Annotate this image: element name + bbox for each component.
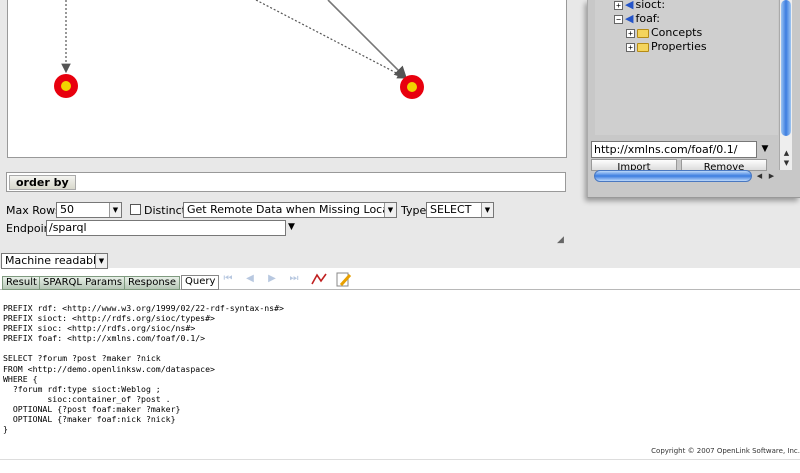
tree-item-properties[interactable]: + Properties — [626, 40, 707, 54]
resize-grip-icon[interactable]: ◢ — [557, 235, 567, 245]
namespace-vertical-scrollbar[interactable]: ▲ ▼ — [779, 0, 792, 170]
order-by-label: order by — [9, 175, 76, 190]
expand-icon[interactable]: + — [614, 0, 623, 10]
folder-icon — [637, 28, 649, 38]
type-value: SELECT — [430, 203, 472, 216]
dropdown-arrow-icon[interactable]: ▼ — [288, 220, 295, 234]
edit-icon[interactable] — [336, 272, 352, 287]
dropdown-arrow-icon: ▼ — [384, 203, 396, 217]
graph-node-center — [61, 81, 71, 91]
expand-icon[interactable]: + — [626, 42, 635, 52]
namespace-tree: + ◀ sioct: − ◀ foaf: + Concepts + Properties — [595, 0, 778, 135]
graph-view-icon[interactable] — [311, 272, 327, 286]
namespace-horizontal-scrollbar[interactable] — [594, 170, 752, 182]
remote-data-select[interactable]: Get Remote Data when Missing Locally ▼ — [183, 202, 397, 218]
tree-item-foaf[interactable]: − ◀ foaf: — [614, 12, 660, 26]
max-rows-label: Max Rows — [6, 204, 61, 217]
tab-response[interactable]: Response — [124, 276, 181, 290]
tree-item-label: foaf: — [635, 12, 660, 25]
endpoint-input[interactable]: /sparql — [46, 220, 286, 236]
prev-icon[interactable]: ◀ — [243, 272, 257, 286]
last-icon[interactable]: ⏭ — [287, 272, 301, 286]
collapse-icon[interactable]: − — [614, 14, 623, 24]
scroll-up-icon[interactable]: ▲ — [781, 148, 792, 158]
tab-result[interactable]: Result — [2, 276, 41, 290]
graph-canvas[interactable] — [7, 0, 567, 158]
tab-sparql-params[interactable]: SPARQL Params — [39, 276, 127, 290]
result-tab-bar: Result SPARQL Params Response Query — [0, 270, 800, 290]
scroll-right-icon[interactable]: ▶ — [766, 171, 777, 181]
endpoint-value: /sparql — [49, 221, 87, 234]
distinct-checkbox[interactable] — [130, 204, 141, 215]
graph-edge-dotted-2 — [255, 0, 408, 79]
expand-icon[interactable]: + — [626, 28, 635, 38]
tree-item-label: Properties — [651, 40, 707, 53]
folder-icon — [637, 42, 649, 52]
namespace-url-input[interactable] — [591, 141, 757, 158]
tree-item-label: sioct: — [635, 0, 666, 11]
max-rows-value: 50 — [60, 203, 74, 216]
distinct-label: Distinct — [144, 204, 186, 217]
scroll-left-icon[interactable]: ◀ — [754, 171, 765, 181]
order-by-bar[interactable]: order by — [6, 172, 566, 192]
namespace-icon: ◀ — [625, 12, 634, 25]
dropdown-arrow-icon: ▼ — [481, 203, 493, 217]
next-icon[interactable]: ▶ — [265, 272, 279, 286]
bottom-strip — [0, 459, 800, 473]
first-icon[interactable]: ⏮ — [221, 272, 235, 286]
tab-query[interactable]: Query — [181, 275, 220, 290]
dropdown-arrow-icon: ▼ — [109, 203, 121, 217]
scroll-thumb[interactable] — [781, 0, 791, 136]
dropdown-arrow-icon[interactable]: ▼ — [758, 141, 772, 158]
remote-data-value: Get Remote Data when Missing Locally — [187, 203, 397, 216]
query-text: PREFIX rdf: <http://www.w3.org/1999/02/2… — [3, 303, 284, 435]
tree-item-sioct[interactable]: + ◀ sioct: — [614, 0, 665, 12]
copyright-text: Copyright © 2007 OpenLink Software, Inc. — [651, 447, 800, 455]
output-format-value: Machine readable — [5, 254, 103, 267]
output-format-select[interactable]: Machine readable ▼ — [1, 253, 108, 269]
type-label: Type — [401, 204, 427, 217]
tree-item-label: Concepts — [651, 26, 703, 39]
type-select[interactable]: SELECT ▼ — [426, 202, 494, 218]
dropdown-arrow-icon: ▼ — [95, 254, 107, 268]
namespace-icon: ◀ — [625, 0, 634, 11]
scroll-down-icon[interactable]: ▼ — [781, 158, 792, 168]
max-rows-select[interactable]: 50 ▼ — [56, 202, 122, 218]
graph-edge-solid — [327, 0, 408, 80]
graph-svg — [54, 0, 424, 99]
graph-node-center — [407, 82, 417, 92]
tree-item-concepts[interactable]: + Concepts — [626, 26, 702, 40]
